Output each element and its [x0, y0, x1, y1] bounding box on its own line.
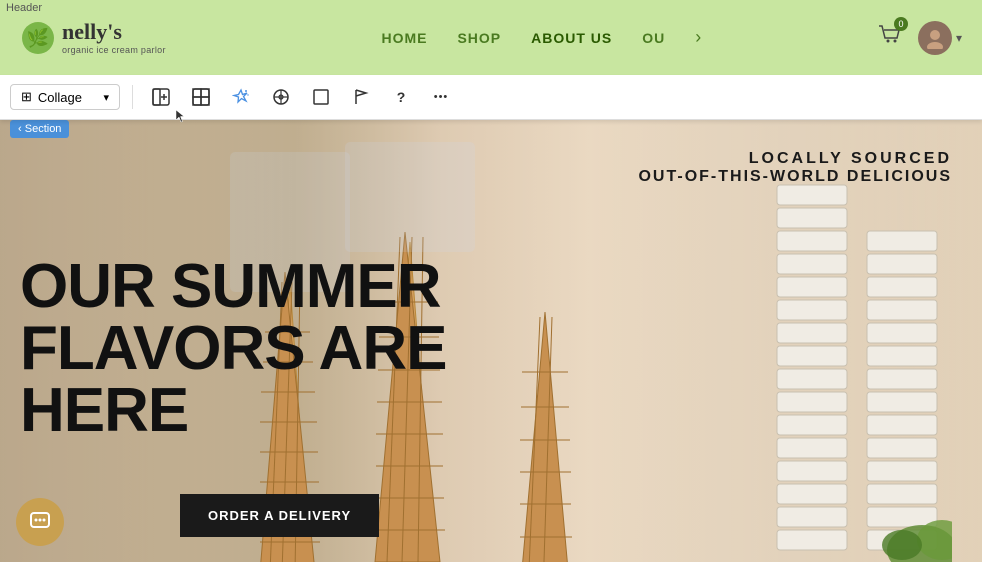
logo-name: nelly's: [62, 20, 166, 44]
nav-ou[interactable]: OU: [642, 30, 665, 46]
flag-icon: [352, 88, 370, 106]
more-button[interactable]: •••: [425, 81, 457, 113]
chat-button[interactable]: [16, 498, 64, 546]
section-badge-label: Section: [25, 123, 62, 135]
collage-dropdown[interactable]: ⊞ Collage ▾: [10, 84, 120, 110]
hero-title-line2: FLAVORS ARE: [20, 318, 446, 380]
avatar: [918, 21, 952, 55]
nav-home[interactable]: HOME: [381, 30, 427, 46]
hero-tagline-1: LOCALLY SOURCED: [638, 150, 952, 168]
cups-stack-area: [762, 140, 962, 562]
nav-shop[interactable]: SHOP: [457, 30, 501, 46]
section-badge[interactable]: Section: [10, 120, 69, 138]
crop-button[interactable]: [305, 81, 337, 113]
collage-icon: ⊞: [21, 89, 32, 105]
chat-icon: [29, 511, 51, 533]
cups-svg: [762, 150, 952, 562]
magic-icon: [232, 88, 250, 106]
cart-badge: 0: [894, 17, 908, 31]
toolbar-divider-1: [132, 85, 133, 109]
move-icon: [272, 88, 290, 106]
user-chevron: ▾: [956, 31, 962, 45]
svg-text:🌿: 🌿: [27, 27, 49, 48]
hero-tagline-2: OUT-OF-THIS-WORLD DELICIOUS: [638, 168, 952, 186]
avatar-image: [924, 27, 946, 49]
crop-icon: [312, 88, 330, 106]
collage-label: Collage: [38, 90, 82, 105]
hero-section: LOCALLY SOURCED OUT-OF-THIS-WORLD DELICI…: [0, 120, 982, 562]
header-label: Header: [0, 0, 48, 16]
add-panel-button[interactable]: [145, 81, 177, 113]
header-right: 0 ▾: [877, 21, 962, 55]
gallery-button[interactable]: [185, 81, 217, 113]
logo-tagline: organic ice cream parlor: [62, 45, 166, 55]
nav-more-chevron[interactable]: ›: [695, 27, 701, 48]
main-nav: HOME SHOP ABOUT US OU ›: [206, 27, 877, 48]
order-delivery-button[interactable]: ORDER A DELIVERY: [180, 494, 379, 537]
cart-button[interactable]: 0: [877, 22, 903, 53]
logo-icon: 🌿: [20, 20, 56, 56]
dropdown-chevron: ▾: [103, 91, 109, 104]
more-icon: •••: [434, 91, 449, 103]
help-icon: ?: [397, 89, 406, 105]
nav-about[interactable]: ABOUT US: [531, 30, 612, 46]
help-button[interactable]: ?: [385, 81, 417, 113]
logo-text: nelly's organic ice cream parlor: [62, 20, 166, 54]
header: Header 🌿 nelly's organic ice cream parlo…: [0, 0, 982, 75]
magic-button[interactable]: [225, 81, 257, 113]
toolbar: ⊞ Collage ▾: [0, 75, 982, 120]
logo-area[interactable]: 🌿 nelly's organic ice cream parlor: [20, 20, 166, 56]
hero-right-text: LOCALLY SOURCED OUT-OF-THIS-WORLD DELICI…: [638, 150, 952, 186]
flag-button[interactable]: [345, 81, 377, 113]
add-panel-icon: [152, 88, 170, 106]
hero-main-text: OUR SUMMER FLAVORS ARE HERE: [20, 256, 446, 442]
gallery-icon: [192, 88, 210, 106]
hero-title-line3: HERE: [20, 380, 446, 442]
user-menu[interactable]: ▾: [918, 21, 962, 55]
hero-title-line1: OUR SUMMER: [20, 256, 446, 318]
move-button[interactable]: [265, 81, 297, 113]
